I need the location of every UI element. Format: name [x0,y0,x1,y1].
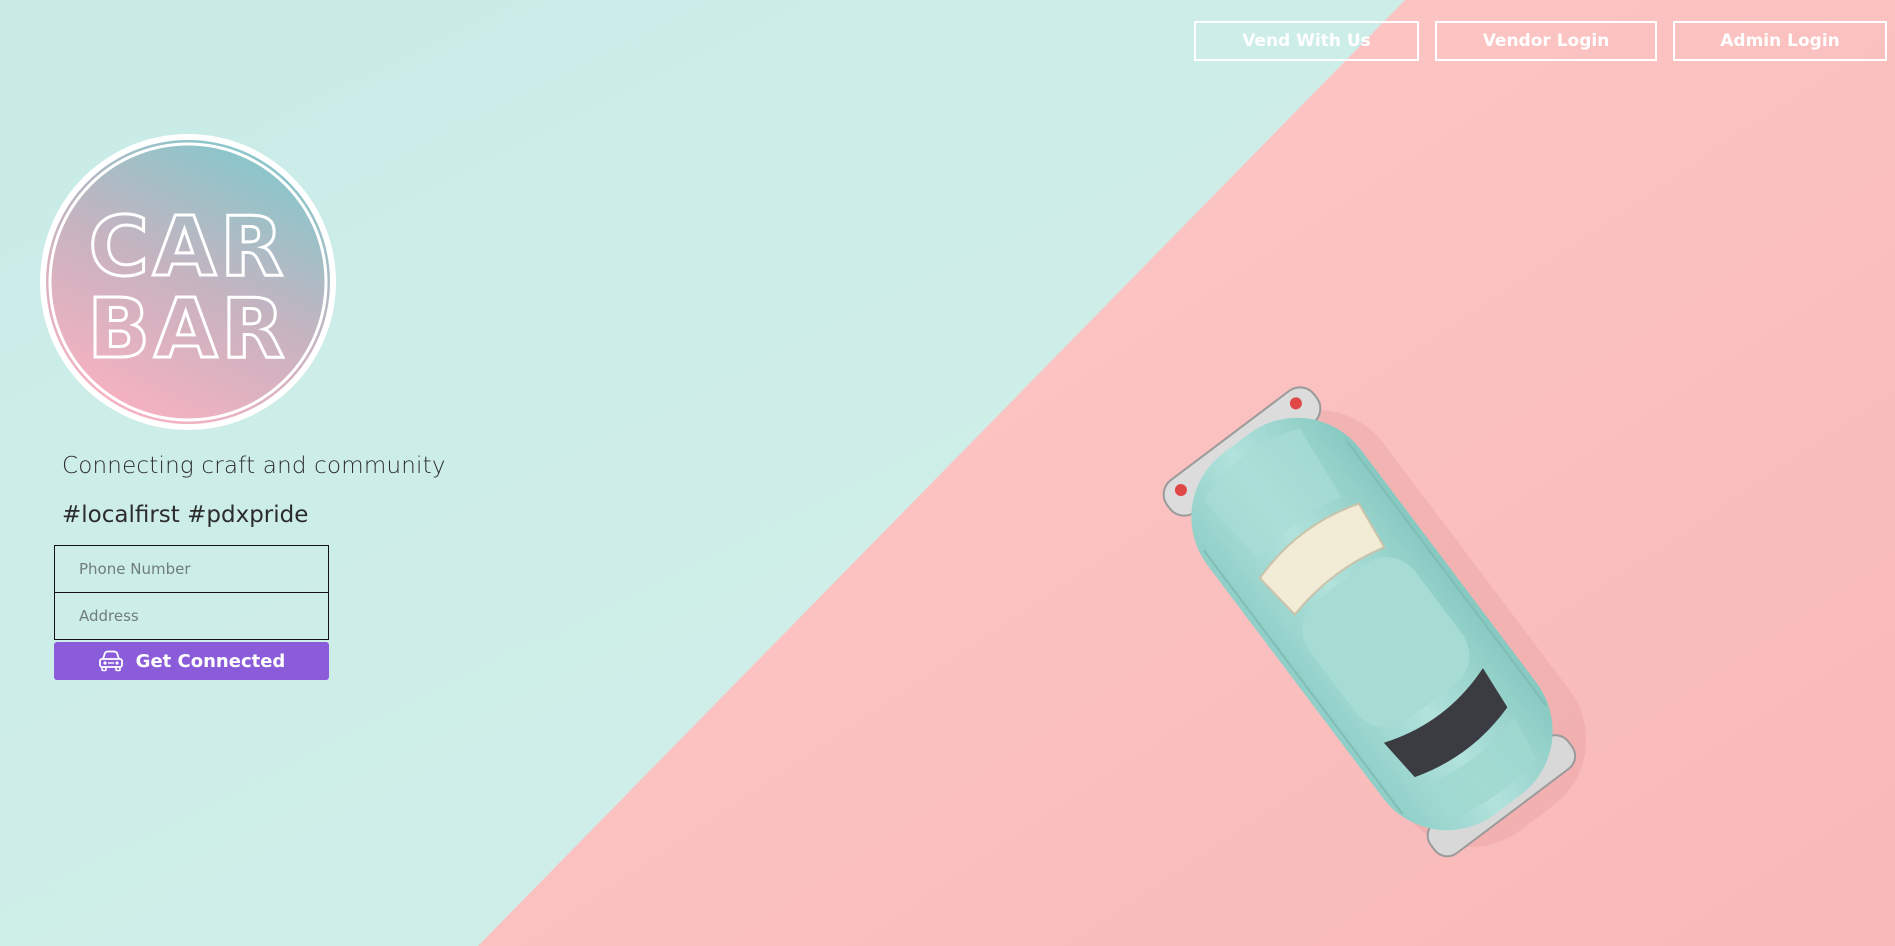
connect-form: Get Connected [54,545,329,680]
logo-line-2: BAR [87,282,288,377]
page: Vend With Us Vendor Login Admin Login CA… [0,0,1895,946]
carbar-logo: CAR BAR [40,134,336,430]
logo-line-1: CAR [89,200,288,295]
get-connected-button[interactable]: Get Connected [54,642,329,680]
vendor-login-button[interactable]: Vendor Login [1435,21,1657,61]
admin-login-button[interactable]: Admin Login [1673,21,1887,61]
get-connected-label: Get Connected [135,650,286,672]
top-nav: Vend With Us Vendor Login Admin Login [1194,21,1887,61]
vend-with-us-button[interactable]: Vend With Us [1194,21,1419,61]
hashtags: #localfirst #pdxpride [62,502,309,528]
car-icon [98,650,123,672]
address-input[interactable] [54,592,329,640]
phone-number-input[interactable] [54,545,329,593]
tagline: Connecting craft and community [62,453,446,479]
